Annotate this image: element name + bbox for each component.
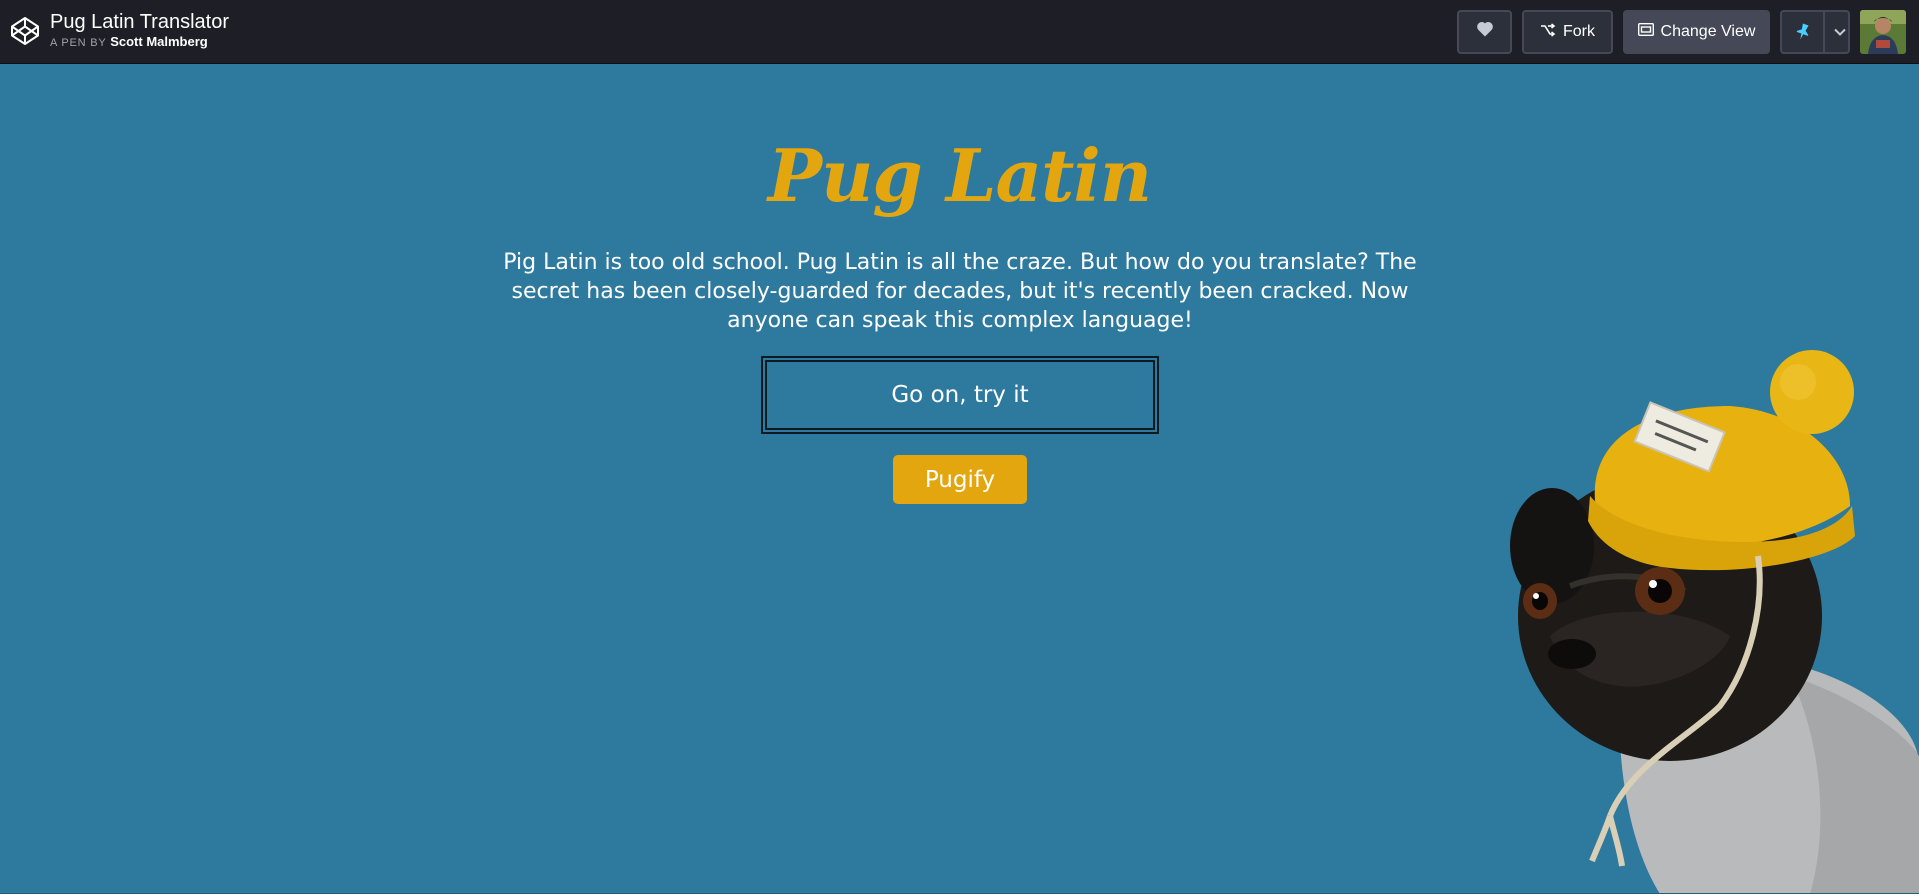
codepen-logo-icon[interactable] (9, 15, 41, 47)
translate-input[interactable] (761, 356, 1159, 434)
change-view-button[interactable]: Change View (1623, 10, 1770, 54)
change-view-label: Change View (1660, 23, 1756, 40)
intro-text: Pig Latin is too old school. Pug Latin i… (503, 250, 1417, 333)
chevron-down-icon[interactable] (1832, 12, 1848, 52)
user-avatar[interactable] (1860, 10, 1906, 54)
pen-byline: A PEN BY Scott Malmberg (50, 34, 208, 51)
author-link[interactable]: Scott Malmberg (110, 34, 208, 49)
heart-button[interactable] (1457, 10, 1512, 54)
pen-by-prefix: A PEN BY (50, 37, 107, 49)
pin-icon[interactable] (1782, 12, 1825, 52)
fork-button[interactable]: Fork (1522, 10, 1613, 54)
pen-title[interactable]: Pug Latin Translator (50, 10, 229, 34)
pugify-button[interactable]: Pugify (893, 455, 1027, 504)
pen-header: Pug Latin Translator A PEN BY Scott Malm… (0, 0, 1919, 64)
result-iframe: Pug Latin Pig Latin is too old school. P… (0, 64, 1919, 894)
pin-button-group[interactable] (1780, 10, 1850, 54)
pug-image (1510, 350, 1919, 894)
change-view-icon (1637, 22, 1654, 41)
page-title: Pug Latin (767, 133, 1152, 218)
fork-icon (1540, 22, 1556, 42)
heart-icon (1476, 22, 1493, 42)
fork-label: Fork (1563, 23, 1595, 40)
